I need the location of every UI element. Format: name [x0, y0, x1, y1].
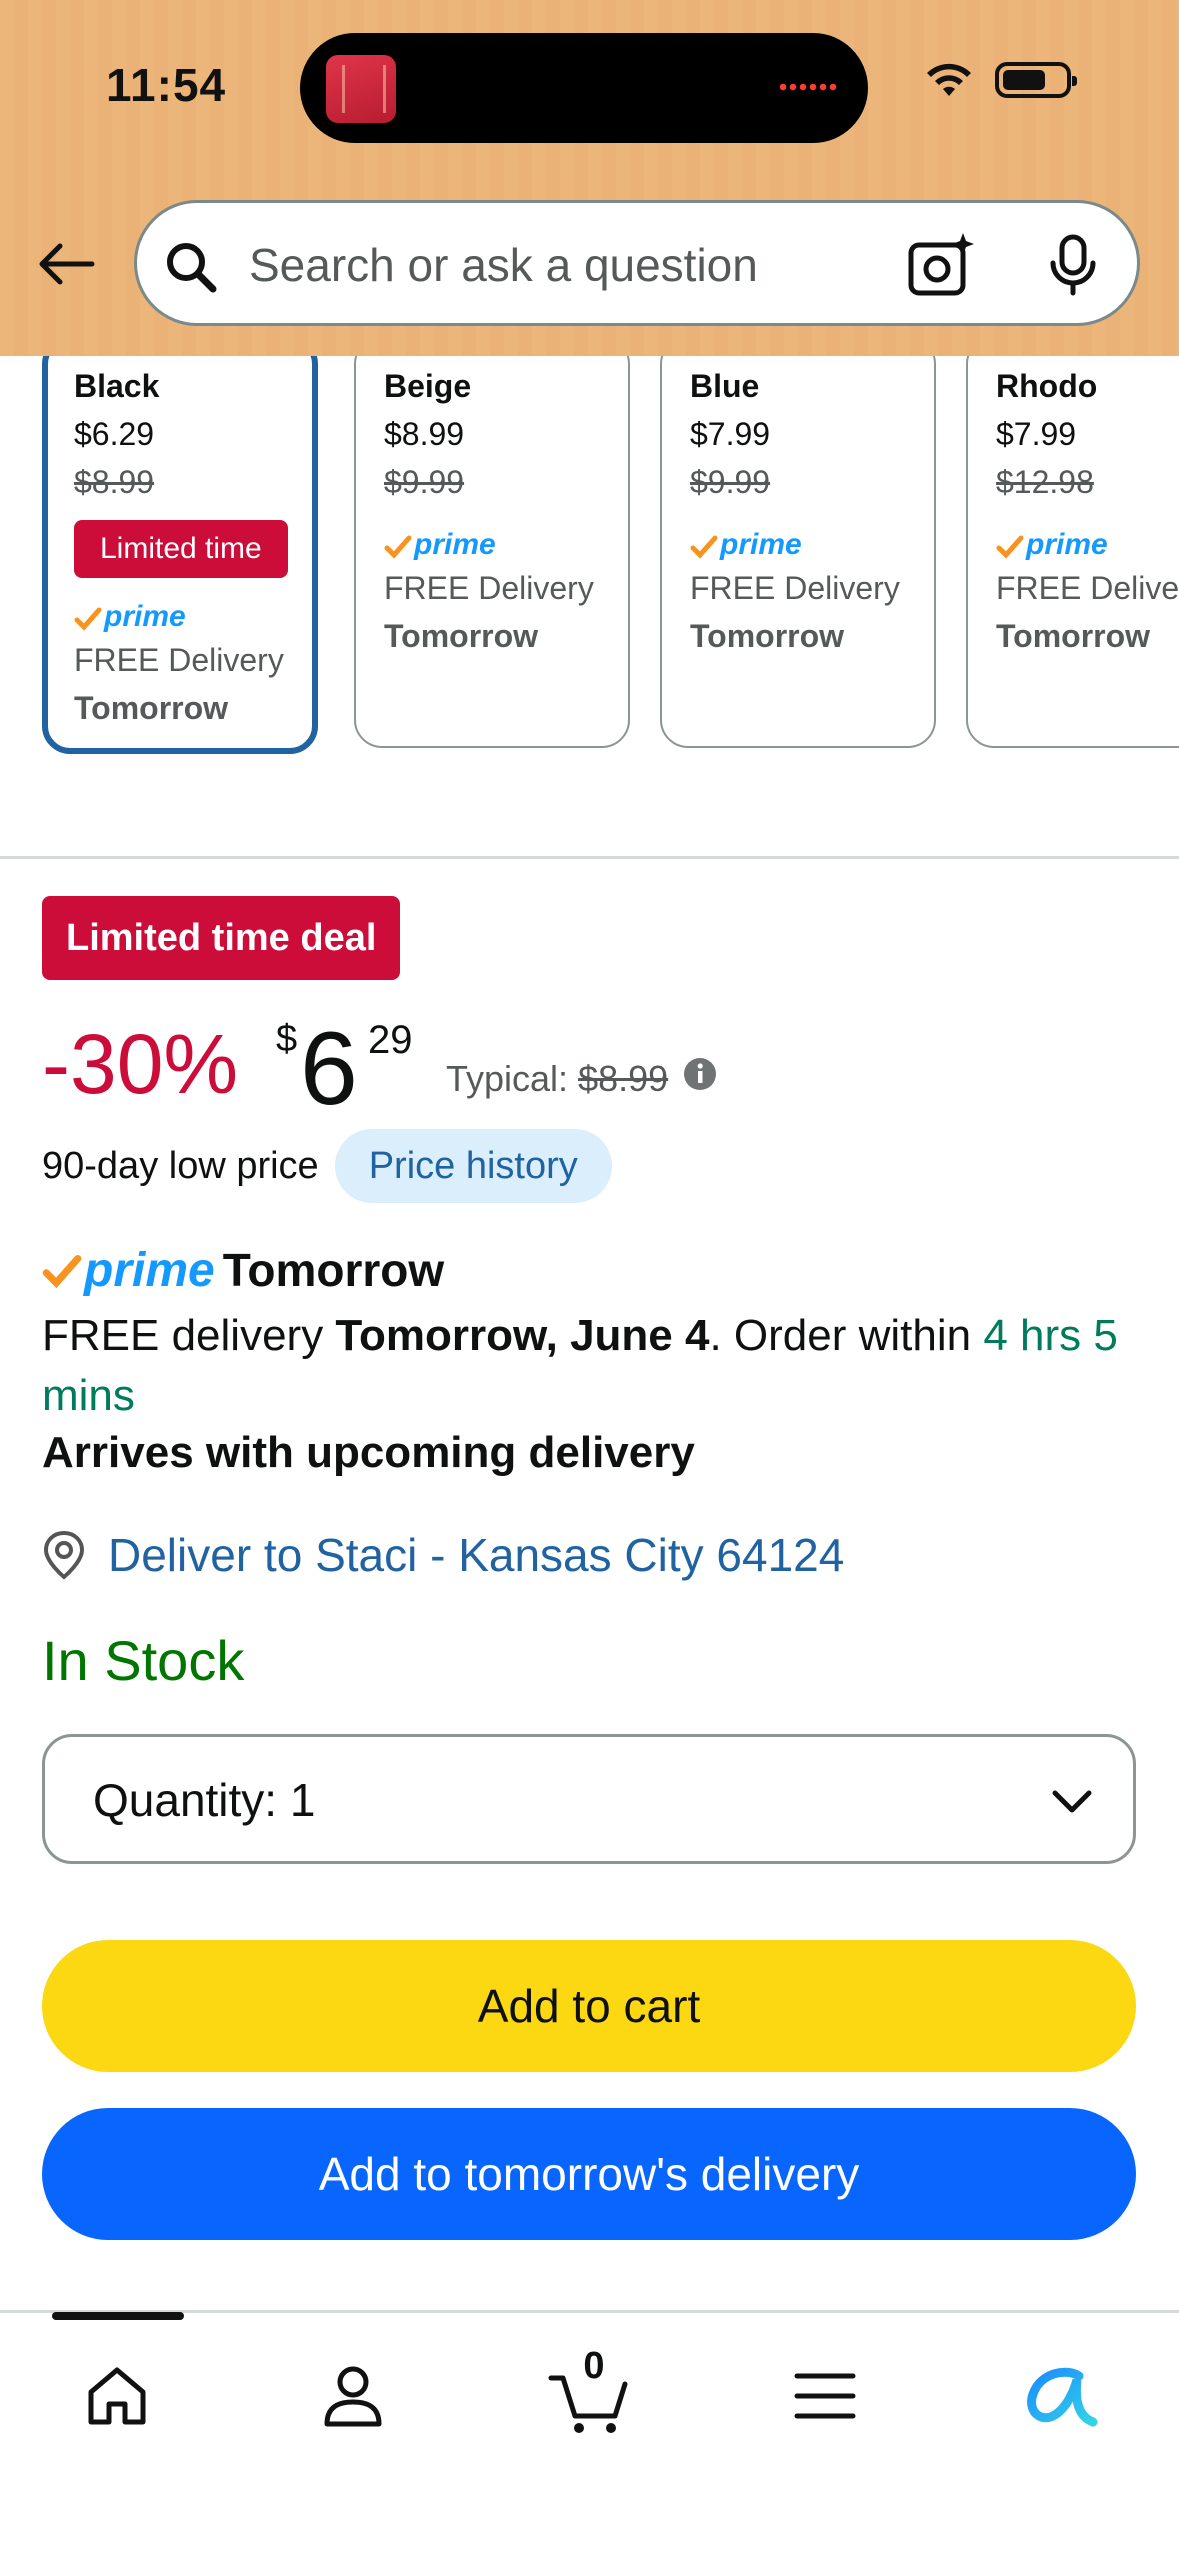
variant-list-price: $12.98 [996, 464, 1094, 500]
prime-check-icon [74, 607, 102, 631]
now-playing-artwork [326, 55, 396, 123]
search-bar[interactable] [134, 200, 1140, 326]
prime-check-icon [384, 535, 412, 559]
limited-time-badge: Limited time [74, 520, 288, 578]
variant-price: $7.99 [690, 416, 771, 452]
order-within-text: . Order within [709, 1311, 972, 1360]
stock-status: In Stock [42, 1629, 245, 1692]
price-row: -30% $ 6 29 Typical: $8.99 [42, 1010, 1142, 1127]
variant-delivery: FREE Delivery [74, 642, 284, 678]
typical-label: Typical: [446, 1058, 569, 1099]
back-arrow-icon [39, 243, 95, 285]
prime-text: prime [104, 600, 186, 633]
quantity-label-text: Quantity: [93, 1774, 278, 1826]
location-pin-icon [43, 1530, 85, 1580]
quantity-value: 1 [289, 1774, 316, 1826]
price-fraction: 29 [368, 1018, 413, 1062]
variant-name: Black [74, 368, 160, 404]
typical-price: Typical: $8.99 [446, 1058, 668, 1100]
price-history-button[interactable]: Price history [334, 1129, 612, 1203]
deliver-to-link[interactable]: Deliver to Staci - Kansas City 64124 [108, 1528, 844, 1582]
nav-account[interactable] [308, 2351, 398, 2441]
variant-delivery-day: Tomorrow [384, 618, 539, 654]
variant-delivery-day: Tomorrow [74, 690, 229, 726]
chevron-down-icon [1052, 1790, 1092, 1813]
variant-delivery-day: Tomorrow [996, 618, 1151, 654]
variant-name: Beige [384, 368, 472, 404]
prime-check-icon [690, 535, 718, 559]
delivery-date: Tomorrow, June 4 [335, 1311, 710, 1360]
back-button[interactable] [30, 228, 102, 300]
search-input[interactable] [249, 235, 869, 295]
nav-cart[interactable]: 0 [544, 2345, 634, 2441]
variant-card-blue[interactable]: Blue $7.99 $9.99 prime FREE Delivery Tom… [660, 356, 936, 748]
variant-name: Blue [690, 368, 760, 404]
bottom-navigation: 0 [0, 2310, 1179, 2556]
add-to-tomorrow-delivery-button[interactable]: Add to tomorrow's delivery [42, 2108, 1136, 2240]
camera-search-icon[interactable] [907, 231, 975, 299]
variant-card-black[interactable]: Black $6.29 $8.99 Limited time prime FRE… [42, 356, 318, 754]
low-price-text: 90-day low price [42, 1144, 319, 1187]
prime-tomorrow: Tomorrow [222, 1244, 445, 1296]
prime-delivery-header: prime Tomorrow [42, 1240, 444, 1300]
variant-price: $8.99 [384, 416, 465, 452]
nav-menu[interactable] [780, 2351, 870, 2441]
prime-logo: prime [384, 520, 628, 560]
variant-card-beige[interactable]: Beige $8.99 $9.99 prime FREE Delivery To… [354, 356, 630, 748]
status-icons [925, 62, 1077, 98]
cart-count: 0 [583, 2345, 605, 2387]
battery-icon [995, 62, 1077, 98]
rufus-assistant-icon [1027, 2367, 1098, 2427]
status-time: 11:54 [106, 59, 227, 111]
nav-home[interactable] [72, 2351, 162, 2441]
variant-price: $7.99 [996, 416, 1077, 452]
quantity-label: Quantity: 1 [93, 1773, 315, 1827]
microphone-icon[interactable] [1043, 233, 1103, 297]
limited-time-deal-badge: Limited time deal [42, 896, 401, 980]
variant-delivery-day: Tomorrow [690, 618, 845, 654]
variant-card-rhodo[interactable]: Rhodo $7.99 $12.98 prime FREE Delivery T… [966, 356, 1179, 748]
audio-indicator-icon [778, 81, 838, 93]
info-icon[interactable] [682, 1056, 718, 1092]
deliver-to-row[interactable]: Deliver to Staci - Kansas City 64124 [42, 1520, 844, 1590]
nav-rufus[interactable] [1016, 2351, 1106, 2441]
delivery-message: FREE delivery Tomorrow, June 4. Order wi… [42, 1306, 1152, 1426]
prime-check-icon [996, 535, 1024, 559]
prime-text: prime [414, 528, 496, 561]
variant-list-price: $8.99 [74, 464, 155, 500]
add-to-cart-button[interactable]: Add to cart [42, 1940, 1136, 2072]
menu-icon [794, 2373, 856, 2419]
prime-text: prime [84, 1243, 215, 1297]
scroll-indicator [52, 2312, 184, 2320]
arrives-with-delivery: Arrives with upcoming delivery [42, 1428, 695, 1477]
price-whole: 6 [300, 1011, 358, 1127]
variant-list-price: $9.99 [384, 464, 465, 500]
variant-delivery: FREE Delivery [384, 570, 594, 606]
wifi-icon [927, 63, 971, 96]
variant-carousel[interactable]: Black $6.29 $8.99 Limited time prime FRE… [0, 356, 1179, 776]
prime-check-icon [42, 1255, 82, 1289]
variant-delivery: FREE Delivery [996, 570, 1179, 606]
variant-price: $6.29 [74, 416, 155, 452]
home-icon [88, 2367, 146, 2425]
prime-logo: prime [74, 592, 312, 632]
search-icon [167, 243, 217, 293]
variant-delivery: FREE Delivery [690, 570, 900, 606]
section-divider [0, 856, 1179, 859]
discount-percent: -30% [42, 1017, 239, 1111]
free-delivery-text: FREE delivery [42, 1311, 324, 1360]
quantity-dropdown[interactable]: Quantity: 1 [42, 1734, 1136, 1864]
price-currency: $ [276, 1018, 298, 1060]
dynamic-island[interactable] [300, 33, 868, 143]
person-icon [324, 2366, 382, 2427]
low-price-row: 90-day low price Price history [42, 1128, 612, 1204]
app-header: 11:54 [0, 0, 1179, 356]
prime-logo: prime [690, 520, 934, 560]
variant-name: Rhodo [996, 368, 1098, 404]
prime-text: prime [720, 528, 802, 561]
variant-list-price: $9.99 [690, 464, 771, 500]
typical-value: $8.99 [578, 1058, 669, 1099]
prime-text: prime [1026, 528, 1108, 561]
prime-logo: prime [996, 520, 1179, 560]
